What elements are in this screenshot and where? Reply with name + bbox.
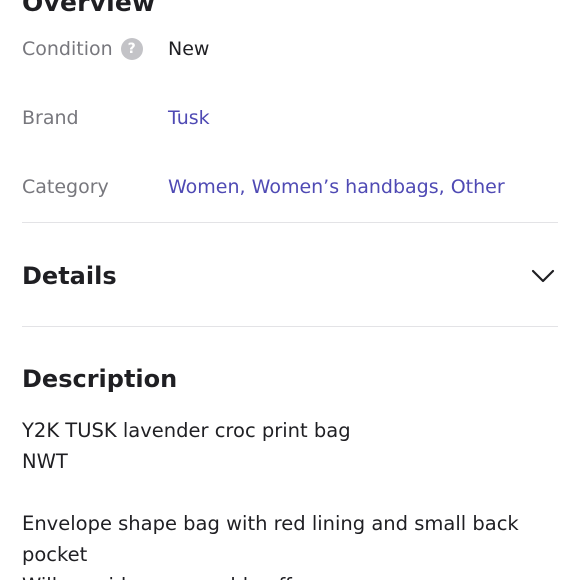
description-blank-line (22, 477, 558, 508)
divider-overview (22, 222, 558, 223)
description-title: Description (22, 365, 178, 393)
description-line: Y2K TUSK lavender croc print bag (22, 419, 351, 442)
category-row: Category Women, Women’s handbags, Other (22, 172, 558, 202)
description-body: Y2K TUSK lavender croc print bag NWT Env… (22, 415, 558, 580)
brand-label: Brand (22, 107, 79, 129)
question-circle-icon[interactable]: ? (120, 38, 143, 60)
category-separator: , (239, 176, 252, 198)
description-line: Will consider reasonable offers (22, 570, 558, 580)
category-link-womens-handbags[interactable]: Women’s handbags (252, 176, 439, 198)
chevron-down-icon (531, 269, 555, 283)
description-line: Envelope shape bag with red lining and s… (22, 512, 519, 535)
condition-row: Condition ? New (22, 34, 558, 64)
brand-link[interactable]: Tusk (168, 107, 210, 129)
brand-label-wrap: Brand (22, 107, 168, 129)
category-separator: , (438, 176, 451, 198)
listing-overview-page: Overview Condition ? New Brand Tusk Cate… (0, 0, 580, 580)
category-label-wrap: Category (22, 176, 168, 198)
details-title: Details (22, 262, 117, 290)
category-values: Women, Women’s handbags, Other (168, 176, 505, 198)
description-line: pocket (22, 543, 88, 566)
category-label: Category (22, 176, 109, 198)
condition-value: New (168, 38, 210, 60)
brand-row: Brand Tusk (22, 103, 558, 133)
condition-label-wrap: Condition ? (22, 38, 168, 60)
description-line: NWT (22, 450, 68, 473)
details-toggle[interactable]: Details (22, 256, 558, 296)
condition-label: Condition (22, 38, 113, 60)
category-link-women[interactable]: Women (168, 176, 240, 198)
overview-heading: Overview (22, 0, 156, 17)
category-link-other[interactable]: Other (451, 176, 505, 198)
divider-details (22, 326, 558, 327)
